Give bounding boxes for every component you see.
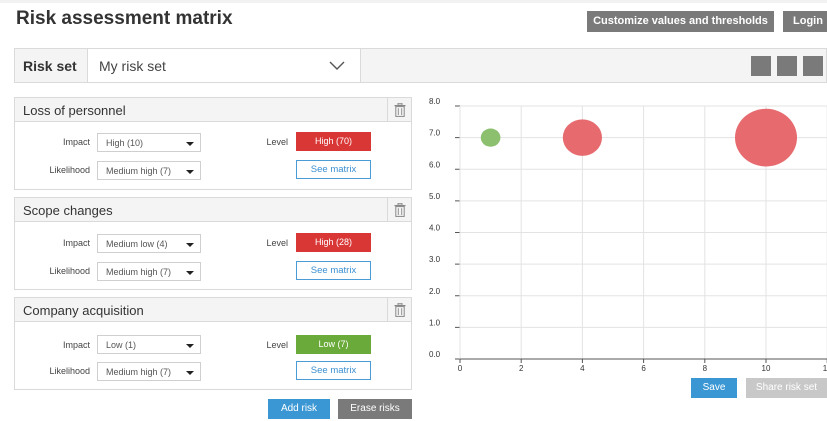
see-matrix-button[interactable]: See matrix xyxy=(296,261,371,280)
save-button[interactable]: Save xyxy=(691,378,737,398)
impact-select[interactable]: Medium low (4) xyxy=(97,234,201,253)
y-tick-label: 4.0 xyxy=(429,224,441,233)
risk-bubble[interactable] xyxy=(480,128,501,147)
risk-card-header: Company acquisition xyxy=(15,298,411,322)
x-tick-label: 2 xyxy=(519,364,524,373)
level-label: Level xyxy=(266,238,288,248)
caret-down-icon xyxy=(186,371,194,375)
x-tick-label: 8 xyxy=(703,364,708,373)
divider xyxy=(360,49,361,82)
login-button[interactable]: Login xyxy=(783,11,827,32)
trash-icon xyxy=(394,103,406,117)
risk-bubble[interactable] xyxy=(562,119,603,156)
caret-down-icon xyxy=(186,243,194,247)
impact-value: Low (1) xyxy=(106,340,137,350)
caret-down-icon xyxy=(186,344,194,348)
x-tick-label: 0 xyxy=(458,364,463,373)
likelihood-value: Medium high (7) xyxy=(106,267,172,277)
add-risk-button[interactable]: Add risk xyxy=(268,399,330,419)
y-tick-label: 8.0 xyxy=(429,98,441,106)
impact-value: Medium low (4) xyxy=(106,239,168,249)
level-badge: Low (7) xyxy=(296,335,371,354)
risk-card: Scope changes Impact Medium low (4) Like… xyxy=(14,197,412,290)
toolbar-button[interactable] xyxy=(751,56,771,76)
level-badge: High (70) xyxy=(296,132,371,151)
likelihood-label: Likelihood xyxy=(49,366,90,376)
chevron-down-icon xyxy=(329,61,345,70)
x-tick-label: 10 xyxy=(762,364,771,373)
likelihood-select[interactable]: Medium high (7) xyxy=(97,362,201,381)
risk-bubble[interactable] xyxy=(735,108,797,167)
page-title: Risk assessment matrix xyxy=(16,8,233,29)
risk-set-select[interactable]: My risk set xyxy=(88,49,360,82)
x-tick-label: 6 xyxy=(641,364,646,373)
see-matrix-button[interactable]: See matrix xyxy=(296,361,371,380)
likelihood-label: Likelihood xyxy=(49,266,90,276)
y-tick-label: 2.0 xyxy=(429,287,441,296)
risk-card-header: Scope changes xyxy=(15,198,411,222)
impact-select[interactable]: High (10) xyxy=(97,133,201,152)
delete-risk-button[interactable] xyxy=(387,198,411,222)
trash-icon xyxy=(394,203,406,217)
y-tick-label: 0.0 xyxy=(429,350,441,359)
see-matrix-button[interactable]: See matrix xyxy=(296,160,371,179)
impact-label: Impact xyxy=(62,238,90,248)
y-tick-label: 1.0 xyxy=(429,318,441,327)
erase-risks-button[interactable]: Erase risks xyxy=(338,399,412,419)
likelihood-value: Medium high (7) xyxy=(106,367,172,377)
risk-card: Company acquisition Impact Low (1) Likel… xyxy=(14,297,412,390)
x-tick-label: 4 xyxy=(580,364,585,373)
y-tick-label: 5.0 xyxy=(429,192,441,201)
x-tick-label: 12 xyxy=(823,364,827,373)
caret-down-icon xyxy=(186,170,194,174)
level-label: Level xyxy=(266,137,288,147)
share-risk-set-button[interactable]: Share risk set xyxy=(746,378,827,398)
risk-name[interactable]: Scope changes xyxy=(23,203,113,218)
delete-risk-button[interactable] xyxy=(387,298,411,322)
risk-card: Loss of personnel Impact High (10) Likel… xyxy=(14,97,412,190)
level-badge: High (28) xyxy=(296,233,371,252)
risk-set-value: My risk set xyxy=(99,58,166,74)
risk-set-label: Risk set xyxy=(23,58,77,74)
impact-label: Impact xyxy=(62,340,90,350)
caret-down-icon xyxy=(186,142,194,146)
top-strip xyxy=(0,0,827,3)
risk-bubble-chart: 0.0 1.0 2.0 3.0 4.0 5.0 6.0 7.0 8.0 0 2 4 6 8 10 12 xyxy=(424,98,827,373)
customize-values-button[interactable]: Customize values and thresholds xyxy=(587,11,774,32)
likelihood-label: Likelihood xyxy=(49,165,90,175)
toolbar-button[interactable] xyxy=(777,56,797,76)
risk-set-bar: Risk set My risk set xyxy=(14,48,827,83)
risk-name[interactable]: Company acquisition xyxy=(23,303,144,318)
impact-value: High (10) xyxy=(106,138,144,148)
level-label: Level xyxy=(266,340,288,350)
risk-name[interactable]: Loss of personnel xyxy=(23,103,126,118)
delete-risk-button[interactable] xyxy=(387,98,411,122)
y-tick-label: 3.0 xyxy=(429,255,441,264)
toolbar-button[interactable] xyxy=(803,56,823,76)
likelihood-select[interactable]: Medium high (7) xyxy=(97,161,201,180)
caret-down-icon xyxy=(186,271,194,275)
chart-svg: 0.0 1.0 2.0 3.0 4.0 5.0 6.0 7.0 8.0 0 2 4 6 8 10 12 xyxy=(429,98,827,373)
likelihood-value: Medium high (7) xyxy=(106,166,172,176)
y-tick-label: 7.0 xyxy=(429,129,441,138)
y-tick-label: 6.0 xyxy=(429,160,441,169)
impact-select[interactable]: Low (1) xyxy=(97,335,201,354)
likelihood-select[interactable]: Medium high (7) xyxy=(97,262,201,281)
impact-label: Impact xyxy=(62,137,90,147)
trash-icon xyxy=(394,303,406,317)
risk-card-header: Loss of personnel xyxy=(15,98,411,122)
